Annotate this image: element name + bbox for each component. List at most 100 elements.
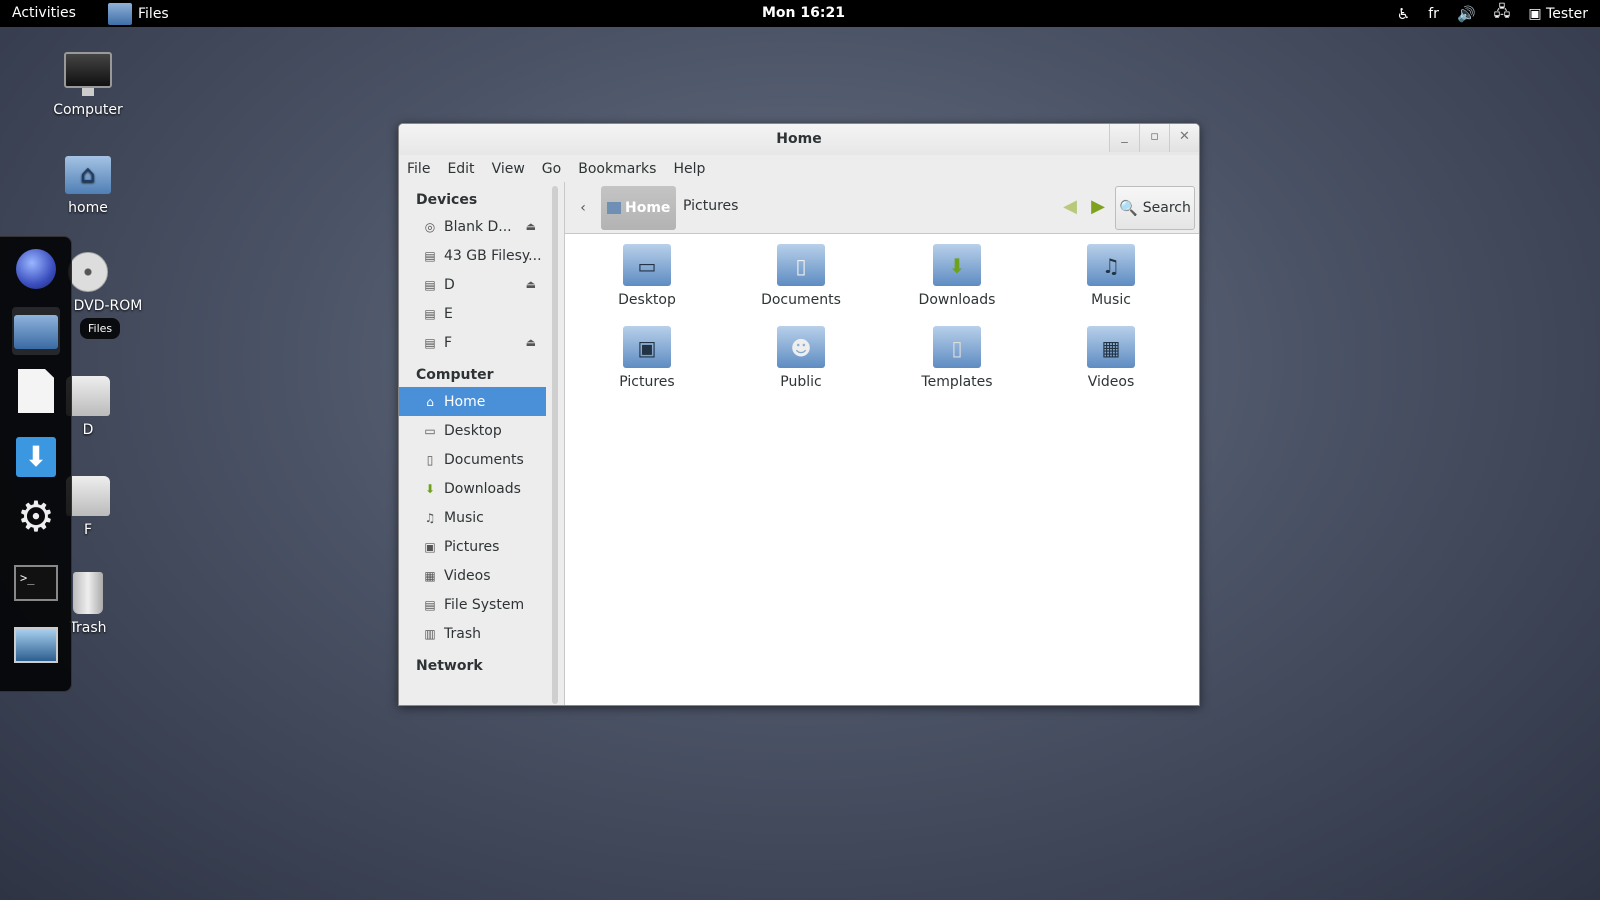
sidebar-item-desktop[interactable]: ▭ Desktop	[399, 416, 564, 445]
user-menu[interactable]: ▣ Tester	[1528, 6, 1588, 22]
folder-label: Pictures	[619, 374, 675, 390]
clock[interactable]: Mon 16:21	[762, 5, 845, 21]
sidebar-item-label: Videos	[444, 567, 491, 584]
document-icon: ▯	[426, 452, 434, 467]
menu-go[interactable]: Go	[542, 161, 561, 177]
dash-screen[interactable]	[12, 621, 60, 669]
folder-music[interactable]: ♫ Music	[1051, 244, 1171, 308]
desktop-icon-label: Computer	[53, 102, 123, 118]
path-pictures-button[interactable]: Pictures	[683, 198, 738, 214]
video-icon: ▦	[424, 568, 436, 583]
disc-icon: ◎	[424, 219, 436, 234]
desktop-icon-home[interactable]: home	[38, 156, 138, 216]
files-window: Home _ ▫ ✕ File Edit View Go Bookmarks H…	[398, 123, 1200, 706]
sidebar-item-downloads[interactable]: ⬇ Downloads	[399, 474, 564, 503]
path-bar: ‹ Home Pictures ◀ ▶ 🔍 Search	[565, 182, 1199, 234]
drive-icon	[66, 476, 110, 516]
menu-help[interactable]: Help	[673, 161, 705, 177]
downloads-folder-icon: ⬇	[933, 244, 981, 286]
drive-icon	[66, 376, 110, 416]
eject-icon[interactable]: ⏏	[526, 336, 536, 349]
sidebar-item-e[interactable]: ▤ E	[399, 299, 564, 328]
keyboard-layout[interactable]: fr	[1428, 6, 1439, 22]
sidebar-item-f[interactable]: ▤ F ⏏	[399, 328, 564, 357]
files-icon	[14, 315, 58, 349]
sidebar-item-videos[interactable]: ▦ Videos	[399, 561, 564, 590]
sidebar-item-filesystem-43gb[interactable]: ▤ 43 GB Filesy...	[399, 241, 564, 270]
sidebar-item-home[interactable]: ⌂ Home	[399, 387, 546, 416]
folder-downloads[interactable]: ⬇ Downloads	[897, 244, 1017, 308]
sidebar-item-trash[interactable]: ▥ Trash	[399, 619, 564, 648]
folder-desktop[interactable]: ▭ Desktop	[587, 244, 707, 308]
forward-button[interactable]: ▶	[1087, 196, 1109, 218]
path-back-button[interactable]: ‹	[571, 195, 595, 221]
documents-icon	[18, 369, 54, 413]
folder-label: Videos	[1087, 374, 1135, 390]
minimize-icon: _	[1121, 129, 1128, 144]
dash-downloads[interactable]: ⬇	[12, 433, 60, 481]
trash-icon: ▥	[424, 626, 436, 641]
sidebar-item-label: Trash	[444, 625, 481, 642]
desktop-icon-computer[interactable]: Computer	[38, 52, 138, 118]
sidebar-item-label: E	[444, 305, 453, 322]
disc-icon	[68, 252, 108, 292]
sidebar-item-blank-disc[interactable]: ◎ Blank D... ⏏	[399, 212, 564, 241]
drive-icon: ▤	[424, 335, 436, 350]
close-button[interactable]: ✕	[1169, 124, 1199, 152]
folder-pictures[interactable]: ▣ Pictures	[587, 326, 707, 390]
sidebar-item-label: D	[444, 276, 455, 293]
sidebar-item-label: Home	[444, 393, 486, 410]
dash-settings[interactable]: ⚙	[12, 493, 60, 541]
menu-bookmarks[interactable]: Bookmarks	[578, 161, 656, 177]
path-home-button[interactable]: Home	[601, 186, 677, 230]
folder-videos[interactable]: ▦ Videos	[1051, 326, 1171, 390]
sidebar-item-label: Desktop	[444, 422, 502, 439]
dash-terminal[interactable]: >_	[12, 559, 60, 607]
sidebar: Devices ◎ Blank D... ⏏ ▤ 43 GB Filesy... ▤ D…	[399, 182, 565, 705]
app-menu-label: Files	[138, 6, 169, 22]
dash-documents[interactable]	[12, 367, 60, 415]
download-icon: ⬇	[424, 481, 436, 496]
maximize-button[interactable]: ▫	[1139, 124, 1169, 152]
menu-edit[interactable]: Edit	[447, 161, 474, 177]
folder-label: Desktop	[618, 292, 676, 308]
app-menu[interactable]: Files	[108, 2, 169, 26]
volume-icon[interactable]: 🔊	[1457, 5, 1476, 23]
dash-web-browser[interactable]	[12, 245, 60, 293]
sidebar-item-label: 43 GB Filesy...	[444, 247, 542, 264]
sidebar-item-pictures[interactable]: ▣ Pictures	[399, 532, 564, 561]
drive-icon: ▤	[424, 248, 436, 263]
user-icon: ▣	[1528, 5, 1542, 22]
eject-icon[interactable]: ⏏	[526, 278, 536, 291]
folder-documents[interactable]: ▯ Documents	[741, 244, 861, 308]
sidebar-item-documents[interactable]: ▯ Documents	[399, 445, 564, 474]
trash-icon	[73, 572, 103, 614]
activities-button[interactable]: Activities	[12, 5, 76, 21]
dash-files[interactable]	[12, 307, 60, 355]
minimize-button[interactable]: _	[1109, 124, 1139, 152]
sidebar-header-computer: Computer	[416, 367, 494, 383]
files-icon	[108, 3, 132, 25]
sidebar-item-label: Documents	[444, 451, 524, 468]
desktop-icon-dvd[interactable]: DVD-ROM	[58, 252, 158, 314]
search-button[interactable]: 🔍 Search	[1115, 186, 1195, 230]
folder-public[interactable]: ☻ Public	[741, 326, 861, 390]
folder-templates[interactable]: ▯ Templates	[897, 326, 1017, 390]
sidebar-item-d[interactable]: ▤ D ⏏	[399, 270, 564, 299]
eject-icon[interactable]: ⏏	[526, 220, 536, 233]
menu-view[interactable]: View	[492, 161, 525, 177]
menu-file[interactable]: File	[407, 161, 430, 177]
videos-folder-icon: ▦	[1087, 326, 1135, 368]
window-titlebar[interactable]: Home _ ▫ ✕	[399, 124, 1199, 155]
terminal-icon: >_	[14, 565, 58, 601]
network-icon[interactable]: 🖧	[1494, 1, 1511, 26]
close-icon: ✕	[1179, 129, 1190, 144]
back-button[interactable]: ◀	[1059, 196, 1081, 218]
screen-icon	[14, 627, 58, 663]
search-icon: 🔍	[1119, 199, 1138, 217]
accessibility-icon[interactable]: ♿	[1397, 5, 1410, 23]
sidebar-item-music[interactable]: ♫ Music	[399, 503, 564, 532]
sidebar-item-file-system[interactable]: ▤ File System	[399, 590, 564, 619]
public-folder-icon: ☻	[777, 326, 825, 368]
chevron-left-icon: ‹	[580, 200, 586, 216]
